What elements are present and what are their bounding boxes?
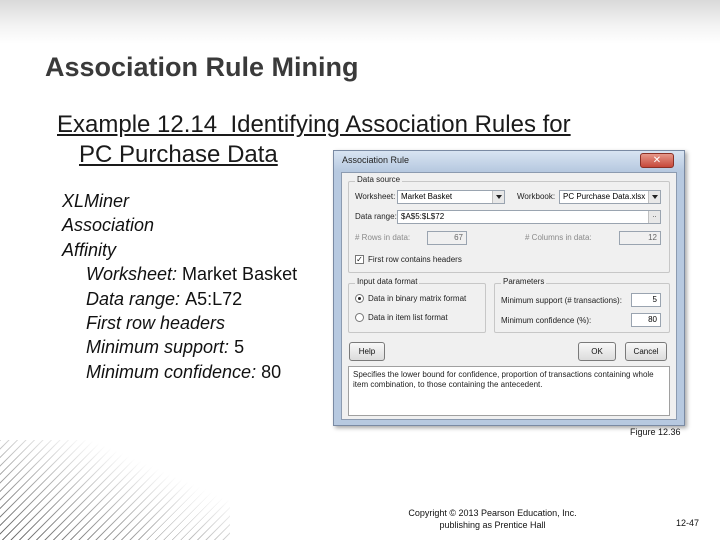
step-xlminer: XLMiner	[62, 191, 130, 211]
figure-caption: Figure 12.36	[630, 427, 681, 437]
dialog-body: Data source Worksheet: Market Basket Wor…	[341, 172, 677, 420]
slide-header-band	[0, 0, 720, 44]
close-button[interactable]: ✕	[640, 153, 674, 168]
worksheet-value: Market Basket	[401, 192, 453, 201]
setting-label: Minimum support:	[86, 337, 230, 358]
setting-value: 80	[261, 361, 282, 382]
min-confidence-input[interactable]: 80	[631, 313, 661, 327]
help-text-box: Specifies the lower bound for confidence…	[348, 366, 670, 416]
first-row-headers-checkbox[interactable]: ✓	[355, 255, 364, 264]
help-button[interactable]: Help	[349, 342, 385, 361]
worksheet-select[interactable]: Market Basket	[397, 190, 505, 204]
ok-button[interactable]: OK	[578, 342, 616, 361]
binary-format-radio[interactable]	[355, 294, 364, 303]
setting-first-row-headers: First row headers	[62, 311, 297, 335]
parameters-group: Parameters Minimum support (# transactio…	[494, 277, 670, 333]
setting-value: Market Basket	[182, 264, 298, 285]
setting-label: Data range:	[86, 288, 181, 309]
min-support-input[interactable]: 5	[631, 293, 661, 307]
copyright-line-2: publishing as Prentice Hall	[439, 520, 546, 530]
instruction-steps: XLMiner Association Affinity Worksheet: …	[62, 189, 297, 384]
workbook-select[interactable]: PC Purchase Data.xlsx	[559, 190, 661, 204]
setting-value: 5	[234, 337, 245, 358]
setting-label: First row headers	[86, 313, 226, 334]
min-support-label: Minimum support (# transactions):	[501, 296, 622, 305]
step-affinity: Affinity	[62, 239, 117, 260]
item-list-format-radio[interactable]	[355, 313, 364, 322]
columns-count: 12	[619, 231, 661, 245]
item-list-format-label: Data in item list format	[368, 313, 448, 322]
binary-format-label: Data in binary matrix format	[368, 294, 467, 303]
setting-data-range: Data range: A5:L72	[62, 287, 297, 311]
data-range-value: $A$5:$L$72	[401, 212, 445, 221]
chevron-down-icon[interactable]	[648, 191, 660, 203]
association-rule-dialog: Association Rule ✕ Data source Worksheet…	[333, 150, 685, 426]
data-source-legend: Data source	[355, 175, 403, 184]
workbook-value: PC Purchase Data.xlsx	[563, 192, 646, 201]
decorative-stripes	[0, 440, 230, 540]
setting-min-support: Minimum support: 5	[62, 335, 297, 359]
rows-label: # Rows in data:	[355, 233, 411, 242]
first-row-headers-label: First row contains headers	[368, 255, 462, 264]
data-range-input[interactable]: $A$5:$L$72 ..	[397, 210, 661, 224]
dialog-title: Association Rule	[342, 155, 410, 165]
parameters-legend: Parameters	[501, 277, 547, 286]
setting-worksheet: Worksheet: Market Basket	[62, 262, 297, 286]
setting-min-confidence: Minimum confidence: 80	[62, 360, 297, 384]
slide-title: Association Rule Mining	[45, 52, 359, 82]
data-source-group: Data source Worksheet: Market Basket Wor…	[348, 175, 670, 273]
chevron-down-icon[interactable]	[492, 191, 504, 203]
page-number: 12-47	[676, 518, 700, 528]
subtitle-line-1: Example 12.14 Identifying Association Ru…	[57, 111, 571, 138]
step-association: Association	[62, 215, 155, 236]
min-confidence-label: Minimum confidence (%):	[501, 316, 592, 325]
input-format-legend: Input data format	[355, 277, 420, 286]
copyright-notice: Copyright © 2013 Pearson Education, Inc.…	[390, 507, 595, 531]
rows-count: 67	[427, 231, 467, 245]
data-range-label: Data range:	[355, 212, 397, 221]
dialog-titlebar[interactable]: Association Rule ✕	[334, 151, 684, 171]
range-picker-button[interactable]: ..	[648, 211, 660, 223]
columns-label: # Columns in data:	[525, 233, 592, 242]
setting-label: Minimum confidence:	[86, 361, 257, 382]
copyright-line-1: Copyright © 2013 Pearson Education, Inc.	[408, 508, 577, 518]
close-icon: ✕	[652, 155, 662, 166]
workbook-label: Workbook:	[517, 192, 556, 201]
worksheet-label: Worksheet:	[355, 192, 396, 201]
cancel-button[interactable]: Cancel	[625, 342, 667, 361]
input-format-group: Input data format Data in binary matrix …	[348, 277, 486, 333]
setting-value: A5:L72	[185, 288, 243, 309]
setting-label: Worksheet:	[86, 264, 178, 285]
